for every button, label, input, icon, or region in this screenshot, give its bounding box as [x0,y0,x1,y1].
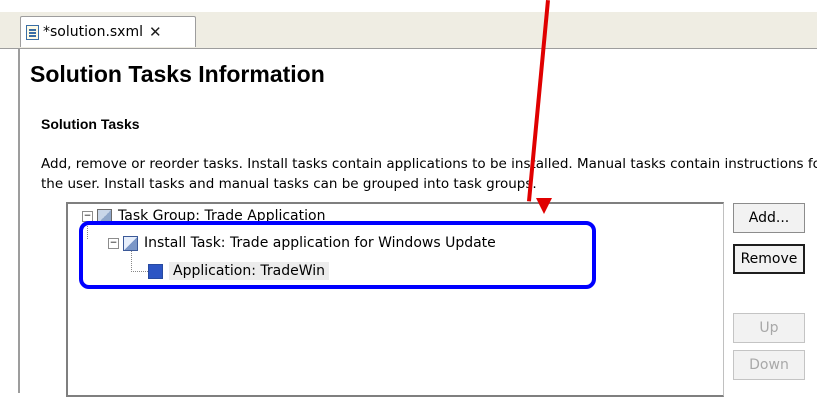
remove-button[interactable]: Remove [733,244,805,274]
annotation-arrow-head [536,198,552,214]
sxml-file-icon [26,24,39,40]
editor-tab-bar: *solution.sxml ✕ [0,12,817,49]
annotation-highlight-box [79,221,596,289]
add-button[interactable]: Add... [733,203,805,233]
editor-tab-label: *solution.sxml [43,24,143,40]
close-icon[interactable]: ✕ [149,23,162,41]
page-title: Solution Tasks Information [30,61,325,87]
section-description: Add, remove or reorder tasks. Install ta… [41,156,817,192]
collapse-icon[interactable]: − [82,210,93,222]
section-title: Solution Tasks [41,116,140,132]
up-button[interactable]: Up [733,313,805,343]
down-button[interactable]: Down [733,350,805,380]
editor-tab[interactable]: *solution.sxml ✕ [20,16,196,47]
